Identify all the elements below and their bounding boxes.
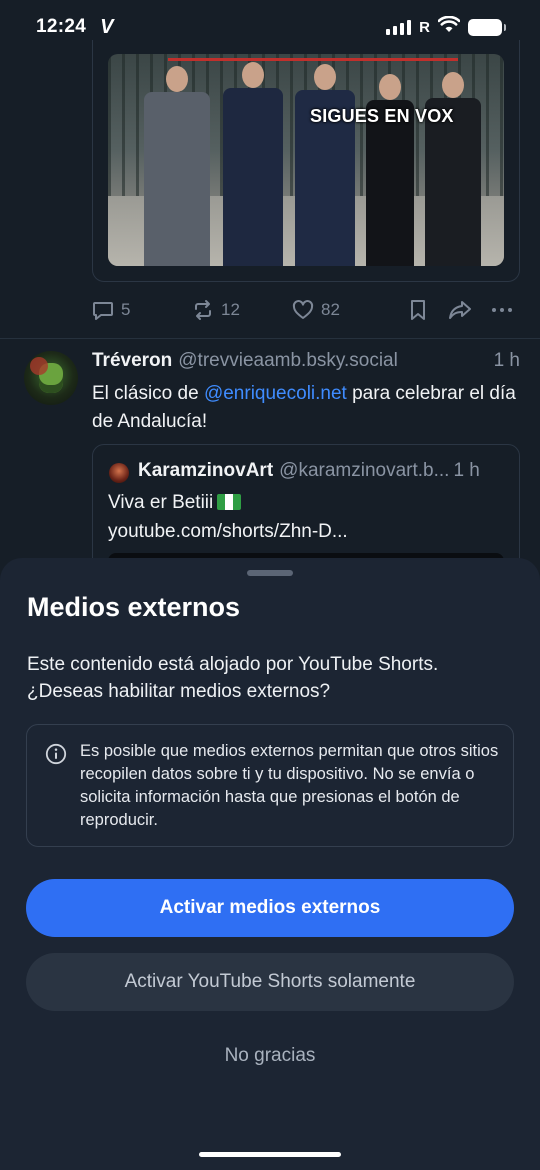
wifi-icon bbox=[437, 15, 461, 38]
bookmark-button[interactable] bbox=[408, 299, 428, 321]
quote-line-2: youtube.com/shorts/Zhn-D... bbox=[108, 521, 348, 542]
share-icon bbox=[448, 299, 472, 321]
status-left: 12:24 V bbox=[36, 16, 113, 39]
info-text: Es posible que medios externos permitan … bbox=[80, 742, 499, 829]
battery-icon bbox=[468, 18, 506, 36]
author-name[interactable]: Tréveron bbox=[92, 350, 172, 372]
carrier-label: R bbox=[419, 18, 430, 36]
app-logo-icon: V bbox=[100, 15, 114, 38]
like-icon bbox=[292, 299, 314, 321]
reply-icon bbox=[92, 299, 114, 321]
quote-text: Viva er Betiii youtube.com/shorts/Zhn-D.… bbox=[108, 488, 508, 546]
more-button[interactable] bbox=[490, 299, 514, 321]
image-caption: SIGUES EN VOX bbox=[310, 106, 454, 126]
reply-button[interactable]: 5 bbox=[92, 299, 130, 321]
post-header: Tréveron @trevvieaamb.bsky.social 1 h bbox=[92, 350, 522, 376]
like-button[interactable]: 82 bbox=[292, 299, 340, 321]
repost-button[interactable]: 12 bbox=[192, 299, 240, 321]
photo-person bbox=[218, 62, 288, 266]
enable-external-media-button[interactable]: Activar medios externos bbox=[26, 879, 514, 937]
post-time: 1 h bbox=[493, 350, 520, 371]
post-text-before: El clásico de bbox=[92, 383, 204, 404]
photo-red-line bbox=[168, 58, 458, 61]
quote-line-1: Viva er Betiii bbox=[108, 492, 214, 513]
quote-header: KaramzinovArt @karamzinovart.b... 1 h bbox=[138, 460, 506, 486]
quote-avatar bbox=[109, 463, 129, 483]
enable-youtube-shorts-only-button[interactable]: Activar YouTube Shorts solamente bbox=[26, 953, 514, 1011]
bookmark-icon bbox=[408, 299, 428, 321]
post-actions: 5 12 82 bbox=[92, 296, 522, 324]
status-right: R bbox=[386, 15, 506, 38]
signal-icon bbox=[386, 19, 412, 35]
quote-author-name: KaramzinovArt bbox=[138, 460, 274, 481]
more-icon bbox=[490, 299, 514, 321]
home-indicator[interactable] bbox=[199, 1152, 341, 1157]
repost-count: 12 bbox=[221, 300, 240, 319]
share-button[interactable] bbox=[448, 299, 472, 321]
avatar[interactable] bbox=[24, 351, 78, 405]
post-image[interactable]: SIGUES EN VOX bbox=[108, 54, 504, 266]
photo-person bbox=[420, 72, 486, 266]
flag-icon bbox=[217, 494, 242, 510]
sheet-grabber[interactable] bbox=[247, 570, 293, 576]
post-divider bbox=[0, 338, 540, 339]
photo-person bbox=[290, 64, 360, 266]
photo-person bbox=[360, 74, 420, 266]
mention-link[interactable]: @enriquecoli.net bbox=[204, 383, 347, 404]
sheet-description: Este contenido está alojado por YouTube … bbox=[27, 654, 439, 702]
status-time: 12:24 bbox=[36, 16, 87, 37]
no-thanks-button[interactable]: No gracias bbox=[26, 1027, 514, 1085]
sheet-title: Medios externos bbox=[27, 592, 241, 622]
reply-count: 5 bbox=[121, 300, 131, 319]
repost-icon bbox=[192, 299, 214, 321]
post-text: El clásico de @enriquecoli.net para cele… bbox=[92, 380, 522, 436]
author-handle[interactable]: @trevvieaamb.bsky.social bbox=[178, 350, 398, 372]
info-icon bbox=[45, 743, 67, 770]
photo-person bbox=[142, 66, 212, 266]
like-count: 82 bbox=[321, 300, 340, 319]
quote-author-handle: @karamzinovart.b... bbox=[279, 460, 450, 481]
quote-time: 1 h bbox=[453, 460, 480, 481]
